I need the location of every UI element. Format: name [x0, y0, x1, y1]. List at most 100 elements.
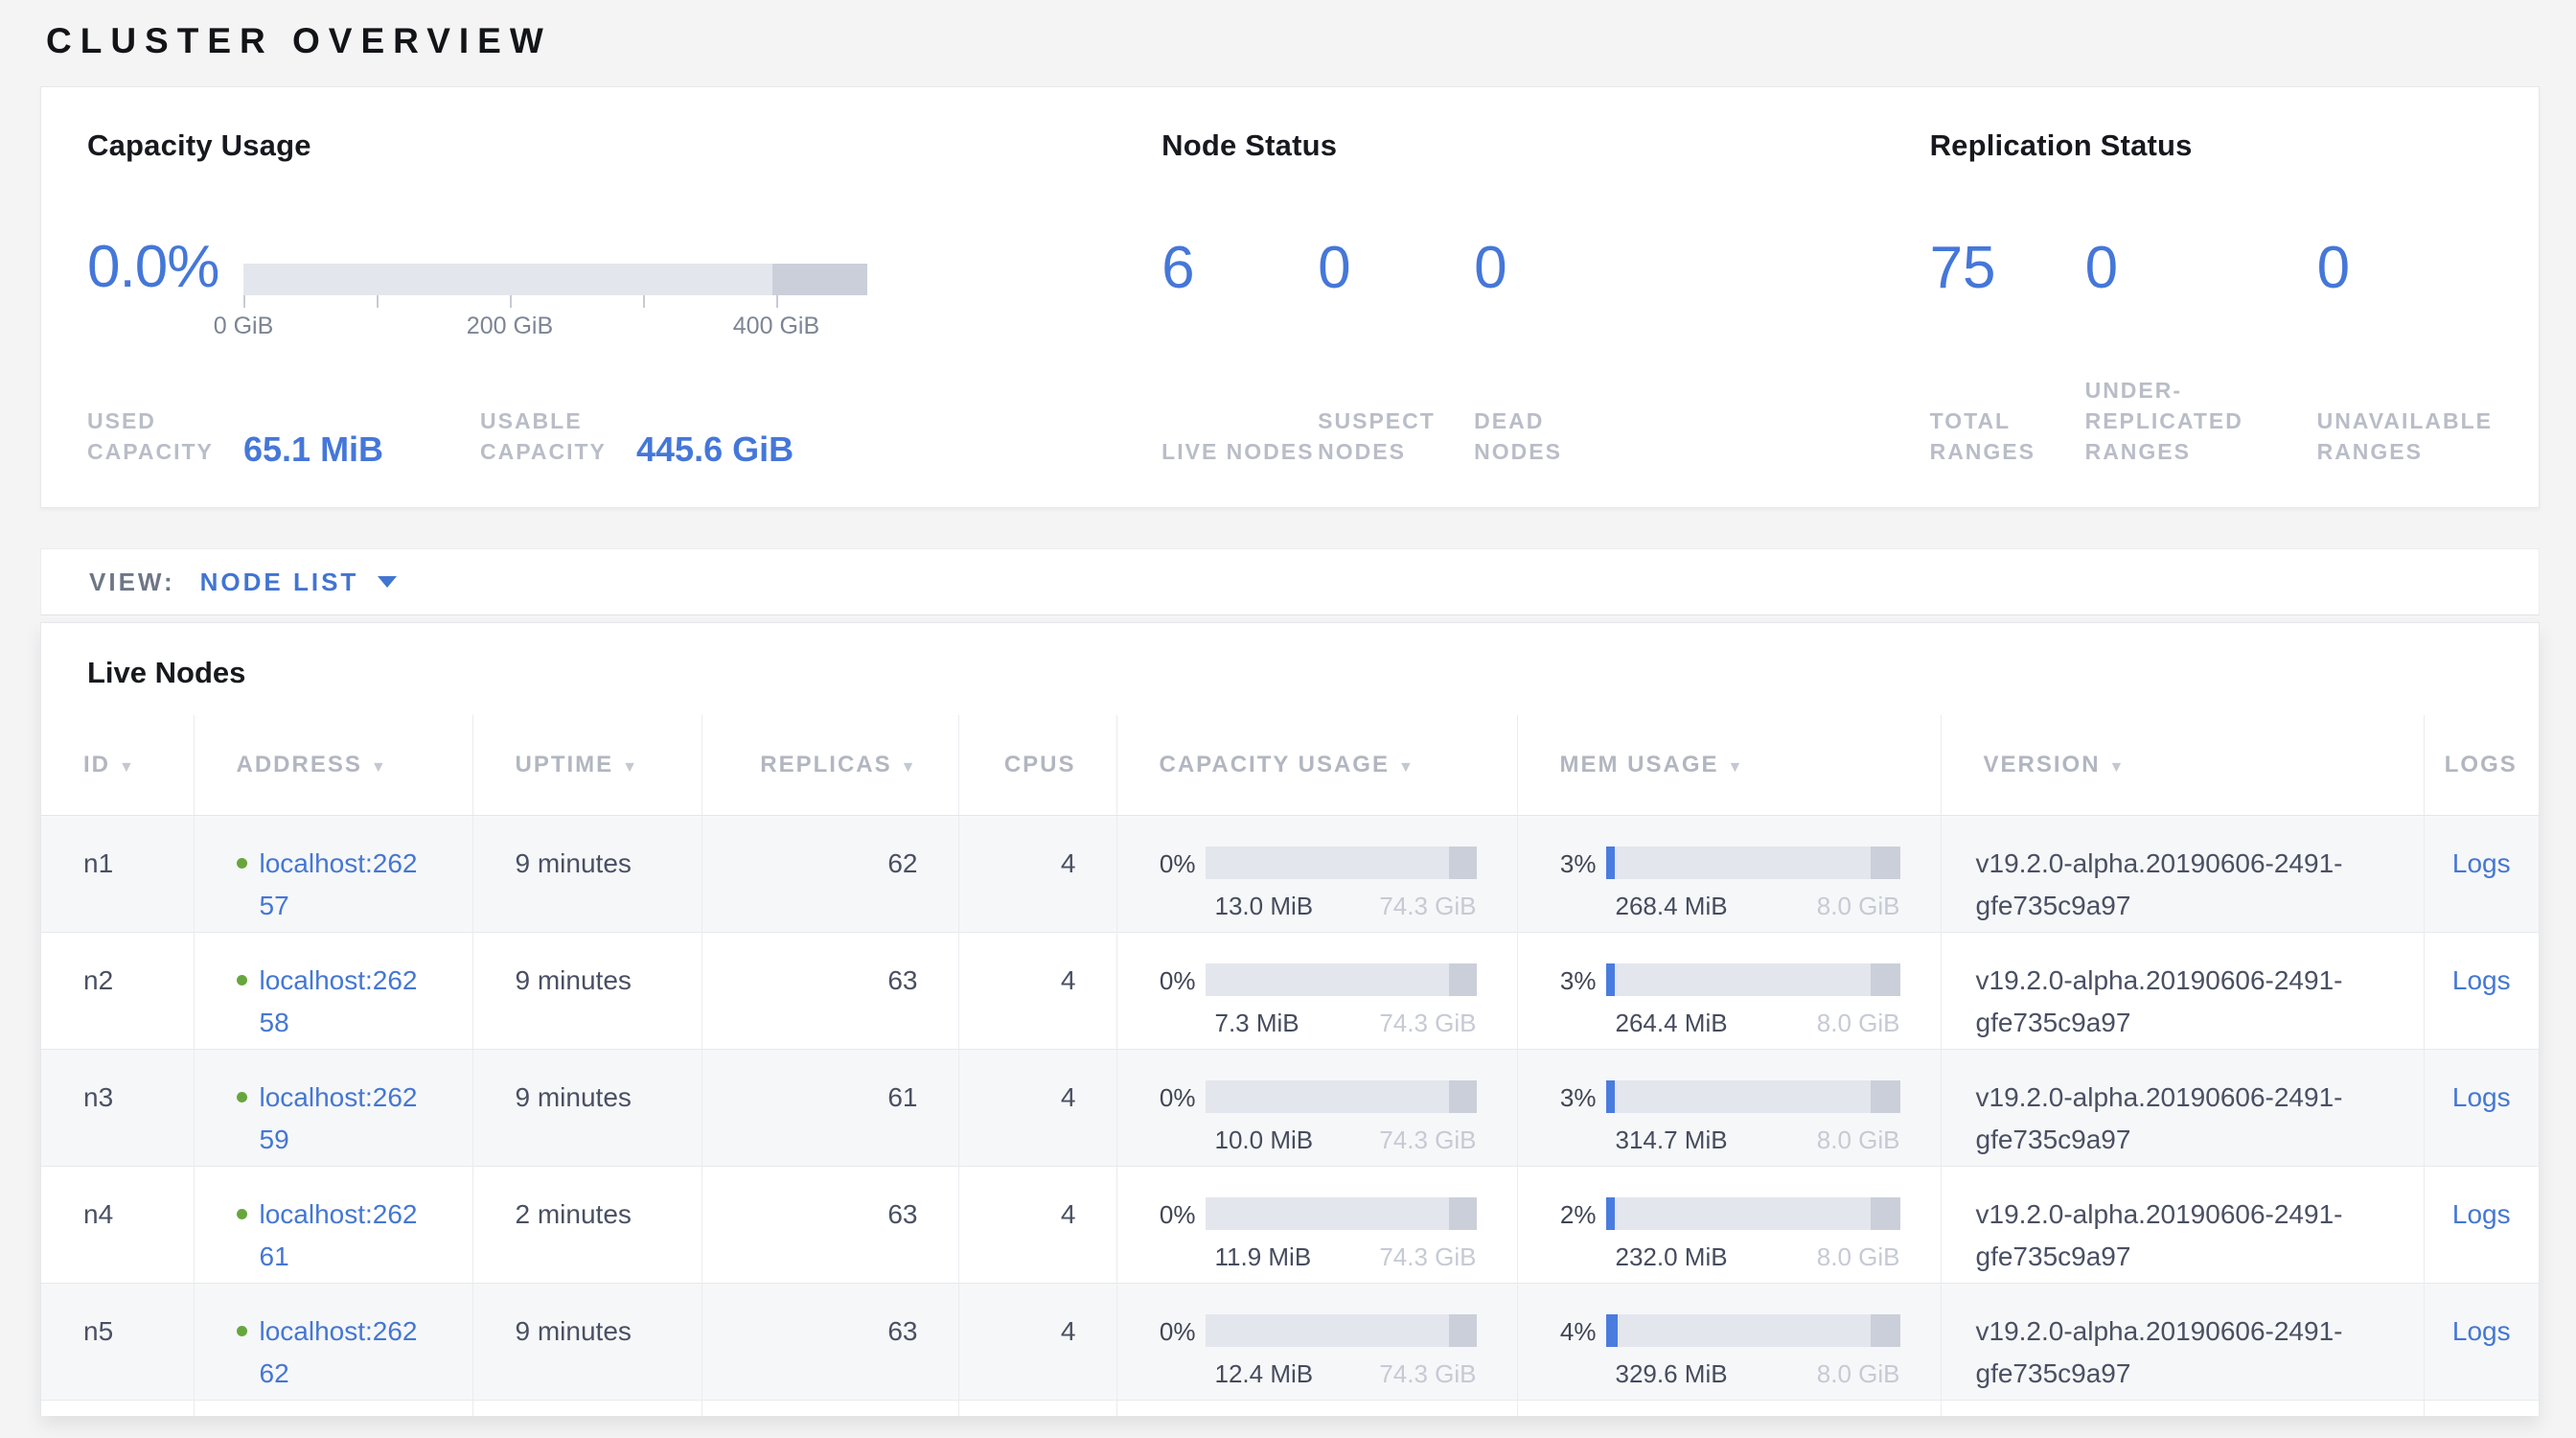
column-label[interactable]: LOGS: [2445, 752, 2518, 777]
unavailable-ranges-stat: 0 UNAVAILABLE RANGES: [2317, 237, 2493, 467]
logs-link[interactable]: Logs: [2452, 965, 2511, 995]
version-cell: v19.2.0-alpha.20190606-2491-gfe735c9a97: [1941, 1166, 2424, 1283]
logs-cell: Logs: [2424, 932, 2539, 1049]
sort-desc-icon[interactable]: ▼: [1728, 759, 1745, 776]
cpus-cell: 4: [958, 1283, 1116, 1400]
node-id-cell: n2: [41, 932, 194, 1049]
column-header[interactable]: VERSION ▼: [1941, 715, 2424, 815]
live-nodes-table: ID▼ ADDRESS▼ UPTIME▼ REPLICAS▼ CPUS▼ CAP…: [41, 715, 2539, 1416]
logs-link[interactable]: Logs: [2452, 1199, 2511, 1229]
logs-cell: Logs: [2424, 1283, 2539, 1400]
column-header[interactable]: REPLICAS ▼: [702, 715, 958, 815]
page-title: CLUSTER OVERVIEW: [46, 0, 2540, 61]
column-header[interactable]: UPTIME ▼: [472, 715, 702, 815]
capacity-percent: 0%: [1160, 963, 1206, 998]
node-address-link[interactable]: localhost:26258: [260, 960, 430, 1044]
capacity-usage-section: Capacity Usage 0.0% 0 GiB: [87, 129, 1162, 467]
capacity-bar-chart: 0 GiB 200 GiB 400 GiB: [243, 264, 867, 339]
unavailable-ranges-label: UNAVAILABLE RANGES: [2317, 406, 2493, 467]
column-label[interactable]: MEM USAGE: [1560, 752, 1719, 777]
version-cell: v19.2.0-alpha.20190606-2491-gfe735c9a97: [1941, 932, 2424, 1049]
capacity-percent: 0%: [1160, 847, 1206, 881]
node-status-title: Node Status: [1162, 129, 1929, 162]
logs-link[interactable]: Logs: [2452, 1082, 2511, 1112]
dead-nodes-label: DEAD NODES: [1474, 406, 1630, 467]
cpus-cell: 4: [958, 1166, 1116, 1283]
cpus-cell: 4: [958, 932, 1116, 1049]
column-label[interactable]: REPLICAS: [760, 752, 891, 777]
replicas-cell: 62: [702, 815, 958, 932]
column-header[interactable]: CPUS▼: [958, 715, 1116, 815]
column-header[interactable]: CAPACITY USAGE ▼: [1116, 715, 1517, 815]
total-ranges-value: 75: [1930, 237, 2085, 300]
column-label[interactable]: UPTIME: [516, 752, 614, 777]
column-label[interactable]: VERSION: [1984, 752, 2101, 777]
used-capacity-label: USED CAPACITY: [87, 406, 243, 467]
capacity-bar-end-segment: [1449, 1080, 1476, 1113]
mem-bar-fill: [1606, 1314, 1618, 1347]
mem-percent: 3%: [1560, 847, 1606, 881]
replicas-cell: 61: [702, 1049, 958, 1166]
axis-label-200gib: 200 GiB: [467, 313, 553, 340]
version-text: v19.2.0-alpha.20190606-2491-gfe735c9a97: [1976, 1194, 2390, 1278]
total-ranges-label: TOTAL RANGES: [1930, 406, 2085, 467]
capacity-bar: [1206, 847, 1477, 879]
sort-desc-icon[interactable]: ▼: [622, 759, 639, 776]
capacity-used-value: 13.0 MiB: [1215, 891, 1314, 921]
version-text: v19.2.0-alpha.20190606-2491-gfe735c9a97: [1976, 1310, 2390, 1395]
replicas-cell: 63: [702, 932, 958, 1049]
mem-total-value: 8.0 GiB: [1817, 1358, 1900, 1389]
column-header[interactable]: LOGS▼: [2424, 715, 2539, 815]
version-cell: v19.2.0-alpha.20190606-2491-gfe735c9a97: [1941, 1049, 2424, 1166]
sort-desc-icon[interactable]: ▼: [119, 759, 136, 776]
sort-desc-icon[interactable]: ▼: [1398, 759, 1415, 776]
column-label[interactable]: CAPACITY USAGE: [1160, 752, 1390, 777]
sort-desc-icon[interactable]: ▼: [371, 759, 388, 776]
mem-bar-end-segment: [1871, 963, 1900, 996]
mem-bar-end-segment: [1871, 1080, 1900, 1113]
node-list-dropdown-value[interactable]: NODE LIST: [200, 568, 359, 597]
column-label[interactable]: ID: [83, 752, 110, 777]
logs-link[interactable]: Logs: [2452, 848, 2511, 878]
live-nodes-card: Live Nodes ID ▼ ADDRESS ▼ UPTIME ▼ REPLICAS…: [40, 622, 2540, 1416]
total-ranges-stat: 75 TOTAL RANGES: [1930, 237, 2085, 467]
node-address-link[interactable]: localhost:26261: [260, 1194, 430, 1278]
logs-link[interactable]: Logs: [2452, 1316, 2511, 1346]
capacity-percent: 0%: [1160, 1197, 1206, 1232]
mem-bar-fill: [1606, 963, 1615, 996]
node-row: n3 localhost:26259 9 minutes 61 4 0% 10.: [41, 1049, 2539, 1166]
view-label: VIEW:: [89, 568, 175, 597]
mem-percent: 3%: [1560, 1080, 1606, 1115]
partial-node-row: [41, 1400, 2539, 1416]
column-header[interactable]: MEM USAGE ▼: [1517, 715, 1941, 815]
column-header[interactable]: ID ▼: [41, 715, 194, 815]
capacity-usage-cell: 0% 13.0 MiB 74.3 GiB: [1116, 815, 1517, 932]
node-address-link[interactable]: localhost:26262: [260, 1310, 430, 1395]
capacity-total-value: 74.3 GiB: [1379, 1008, 1476, 1038]
column-header[interactable]: ADDRESS ▼: [194, 715, 472, 815]
column-label[interactable]: CPUS: [1004, 752, 1076, 777]
node-row: n2 localhost:26258 9 minutes 63 4 0% 7.3: [41, 932, 2539, 1049]
capacity-usage-cell: 0% 11.9 MiB 74.3 GiB: [1116, 1166, 1517, 1283]
mem-bar-end-segment: [1871, 1197, 1900, 1230]
column-label[interactable]: ADDRESS: [237, 752, 362, 777]
mem-bar-fill: [1606, 847, 1615, 879]
node-address-link[interactable]: localhost:26259: [260, 1077, 430, 1161]
node-address-link[interactable]: localhost:26257: [260, 843, 430, 927]
node-list-dropdown[interactable]: NODE LIST: [200, 568, 398, 597]
version-cell: v19.2.0-alpha.20190606-2491-gfe735c9a97: [1941, 815, 2424, 932]
sort-desc-icon[interactable]: ▼: [2109, 759, 2127, 776]
mem-bar: [1606, 963, 1900, 996]
mem-percent: 3%: [1560, 963, 1606, 998]
replication-status-title: Replication Status: [1930, 129, 2493, 162]
uptime-cell: 9 minutes: [472, 815, 702, 932]
capacity-usage-cell: 0% 7.3 MiB 74.3 GiB: [1116, 932, 1517, 1049]
mem-bar: [1606, 1314, 1900, 1347]
capacity-total-value: 74.3 GiB: [1379, 1241, 1476, 1272]
sort-desc-icon[interactable]: ▼: [901, 759, 918, 776]
live-nodes-label: LIVE NODES: [1162, 436, 1318, 467]
node-row: n5 localhost:26262 9 minutes 63 4 0% 12.: [41, 1283, 2539, 1400]
capacity-bar-track: [243, 264, 867, 295]
live-nodes-heading: Live Nodes: [87, 656, 2539, 690]
suspect-nodes-label: SUSPECT NODES: [1318, 406, 1474, 467]
